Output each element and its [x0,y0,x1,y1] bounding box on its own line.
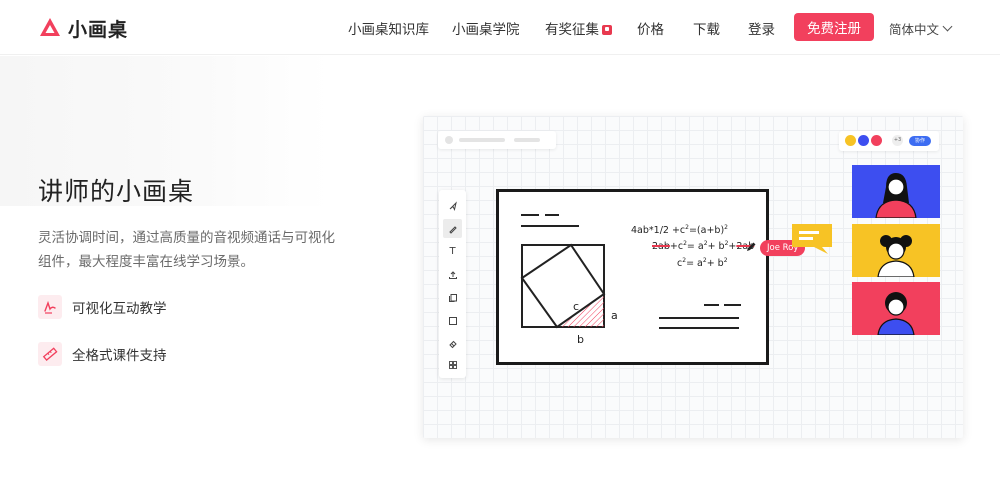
nav-contest-label: 有奖征集 [545,22,599,38]
equation-line-3: c2= a2+ b2 [677,257,728,269]
feature-item-visual-teaching: 可视化互动教学 [38,295,167,319]
video-tile-2 [852,224,940,277]
demo-title-bar [438,131,556,149]
avatar [871,135,882,146]
placeholder-bar [459,138,505,142]
handwriting-icon [38,295,62,319]
participant-avatar [852,282,940,335]
equation-text: +c [669,241,684,253]
language-label: 简体中文 [889,22,940,37]
feature-label: 可视化互动教学 [72,301,167,317]
superscript: 2 [724,224,728,231]
hero-title: 讲师的小画桌 [38,177,195,206]
collaborators-bar: +3 协作 [839,131,939,151]
blackboard: c a b 4ab*1/2 +c2=(a+b)2 2ab+c2= a2+ b2+… [496,189,769,365]
drawing-toolbar: T [439,190,466,378]
top-navbar: 小画桌 小画桌知识库 小画桌学院 有奖征集 价格 下载 登录 免费注册 简体中文 [0,0,1000,55]
feature-label: 全格式课件支持 [72,348,167,364]
copy-icon [443,288,462,307]
pen-cursor-icon [745,241,757,256]
participant-avatar [852,165,940,218]
signup-button[interactable]: 免费注册 [794,13,874,41]
feature-item-format-support: 全格式课件支持 [38,342,167,366]
placeholder-bar [514,138,540,142]
nav-academy[interactable]: 小画桌学院 [452,18,520,38]
ruler-icon [38,342,62,366]
equation-text: = a [686,258,703,270]
eraser-icon [443,334,462,353]
chat-note-icon [792,224,832,254]
video-tile-3 [852,282,940,335]
language-selector[interactable]: 简体中文 [889,19,953,38]
nav-download[interactable]: 下载 [693,18,720,38]
side-label-b: b [577,333,584,346]
pointer-icon [443,196,462,215]
avatar [845,135,856,146]
more-collaborators-count: +3 [892,135,903,146]
nav-login[interactable]: 登录 [748,18,775,38]
nav-knowledge-base[interactable]: 小画桌知识库 [348,18,429,38]
equation-text: + b [707,241,725,253]
video-tile-1 [852,165,940,218]
struck-term: 2ab [652,241,670,253]
collaborate-button: 协作 [909,136,931,146]
equation-text: 4ab*1/2 +c [631,225,686,237]
rectangle-icon [443,311,462,330]
placeholder-dot [445,136,453,144]
equation-line-2: 2ab+c2= a2+ b2+2ab [652,240,754,252]
nav-pricing[interactable]: 价格 [637,18,664,38]
avatar [858,135,869,146]
pen-icon [443,219,462,238]
side-label-c: c [573,300,580,313]
pythagoras-drawing [520,214,741,329]
equation-line-1: 4ab*1/2 +c2=(a+b)2 [631,224,728,236]
text-icon: T [449,246,456,257]
equation-text: = a [686,241,704,253]
nav-contest[interactable]: 有奖征集 [545,18,612,38]
chevron-down-icon [942,21,953,32]
grid-icon [443,355,462,374]
equation-text: + b [706,258,724,270]
participant-avatar [852,224,940,277]
hero-description: 灵活协调时间，通过高质量的音视频通话与可视化组件，最大程度丰富在线学习场景。 [38,230,335,270]
upload-icon [443,265,462,284]
equation-text: =(a+b) [688,225,725,237]
side-label-a: a [611,309,618,322]
gift-badge-icon [602,25,612,35]
superscript: 2 [723,257,728,264]
